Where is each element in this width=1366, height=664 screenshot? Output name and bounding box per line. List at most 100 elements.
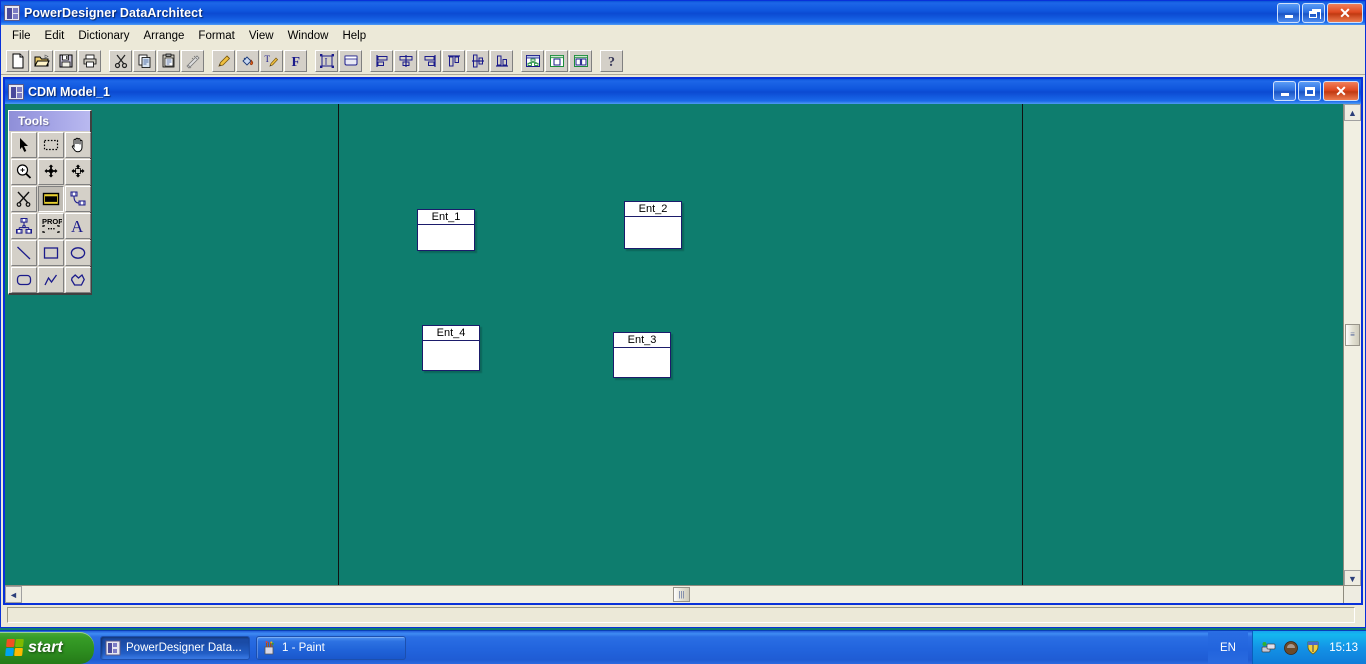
svg-text:A: A: [71, 217, 84, 235]
polygon-tool-button[interactable]: [65, 267, 91, 293]
text-tool-button[interactable]: A: [65, 213, 91, 239]
entity-shape[interactable]: Ent_1: [417, 209, 475, 251]
main-title-bar[interactable]: PowerDesigner DataArchitect ✕: [1, 1, 1365, 25]
tools-palette-title: Tools: [9, 111, 90, 131]
minimize-button[interactable]: [1277, 3, 1300, 23]
save-disk-icon-button[interactable]: [54, 49, 77, 72]
cut-scissors-icon-button[interactable]: [109, 49, 132, 72]
taskbar-item-paint[interactable]: 1 - Paint: [256, 635, 406, 660]
new-icon-button[interactable]: [6, 49, 29, 72]
mdi-close-button[interactable]: ✕: [1323, 81, 1359, 101]
mdi-child-window: CDM Model_1 ✕ Ent_1 Ent_2 Ent_4 Ent_3 To…: [3, 77, 1363, 605]
menu-item-arrange[interactable]: Arrange: [137, 27, 192, 45]
network-icon[interactable]: [1261, 640, 1277, 656]
entity-shape[interactable]: Ent_2: [624, 201, 682, 249]
rounded-rectangle-tool-button[interactable]: [11, 267, 37, 293]
mdi-title: CDM Model_1: [28, 84, 110, 99]
taskbar-item-powerdesigner[interactable]: PowerDesigner Data...: [100, 635, 250, 660]
menu-bar: File Edit Dictionary Arrange Format View…: [1, 25, 1365, 47]
help-question-icon-button[interactable]: ?: [600, 49, 623, 72]
scrollbar-corner: [1343, 585, 1361, 603]
font-f-icon-button[interactable]: F: [284, 49, 307, 72]
security-shield-icon[interactable]: [1305, 640, 1321, 656]
paint-bucket-icon-button[interactable]: [236, 49, 259, 72]
open-package-tool-button[interactable]: [38, 159, 64, 185]
language-label: EN: [1220, 642, 1236, 654]
association-prop-tool-button[interactable]: PROP: [38, 213, 64, 239]
mdi-maximize-button[interactable]: [1298, 81, 1321, 101]
display-preferences-icon-button[interactable]: [339, 49, 362, 72]
menu-item-format[interactable]: Format: [191, 27, 241, 45]
format-painter-icon-button[interactable]: [181, 49, 204, 72]
polyline-tool-button[interactable]: [38, 267, 64, 293]
mdi-minimize-button[interactable]: [1273, 81, 1296, 101]
entity-shape[interactable]: Ent_3: [613, 332, 671, 378]
paste-clipboard-icon-button[interactable]: [157, 49, 180, 72]
pointer-arrow-tool-button[interactable]: [11, 132, 37, 158]
horizontal-scroll-thumb[interactable]: |||: [673, 587, 690, 602]
menu-item-help[interactable]: Help: [335, 27, 373, 45]
align-left-icon-button[interactable]: [370, 49, 393, 72]
scroll-left-button[interactable]: ◄: [5, 586, 22, 603]
lasso-select-tool-button[interactable]: [38, 132, 64, 158]
window-split-icon-button[interactable]: [569, 49, 592, 72]
ellipse-tool-button[interactable]: [65, 240, 91, 266]
menu-item-view[interactable]: View: [242, 27, 281, 45]
grabber-hand-tool-button[interactable]: [65, 132, 91, 158]
rectangle-tool-button[interactable]: [38, 240, 64, 266]
align-top-icon-button[interactable]: [442, 49, 465, 72]
print-icon-button[interactable]: [78, 49, 101, 72]
relationship-tool-button[interactable]: [65, 186, 91, 212]
pencil-icon-button[interactable]: [212, 49, 235, 72]
entity-tool-button[interactable]: [38, 186, 64, 212]
entity-name-label: Ent_4: [423, 326, 479, 341]
horizontal-scrollbar[interactable]: ◄ ||| ►: [5, 585, 1361, 603]
page-break-line: [338, 104, 339, 587]
mdi-title-bar[interactable]: CDM Model_1 ✕: [5, 79, 1361, 104]
menu-item-file[interactable]: File: [5, 27, 38, 45]
align-bottom-icon-button[interactable]: [490, 49, 513, 72]
restore-icon: [1308, 8, 1321, 19]
vertical-scroll-thumb[interactable]: ≡: [1345, 324, 1360, 346]
scroll-up-button[interactable]: ▲: [1344, 104, 1361, 121]
select-object-icon-button[interactable]: I: [315, 49, 338, 72]
entity-attribute-area: [423, 341, 479, 370]
restore-button[interactable]: [1302, 3, 1325, 23]
diagram-canvas[interactable]: Ent_1 Ent_2 Ent_4 Ent_3: [5, 104, 1343, 587]
zoom-magnifier-tool-button[interactable]: [11, 159, 37, 185]
delete-scissors-tool-button[interactable]: [11, 186, 37, 212]
menu-item-edit[interactable]: Edit: [38, 27, 72, 45]
entity-attribute-area: [614, 348, 670, 377]
menu-item-dictionary[interactable]: Dictionary: [71, 27, 136, 45]
open-folder-icon-button[interactable]: [30, 49, 53, 72]
menu-item-window[interactable]: Window: [281, 27, 336, 45]
scroll-grip-icon: |||: [678, 589, 685, 599]
close-icon: ✕: [1335, 83, 1347, 99]
entity-shape[interactable]: Ent_4: [422, 325, 480, 371]
close-package-tool-button[interactable]: [65, 159, 91, 185]
powerdesigner-icon: [4, 5, 20, 21]
entity-attribute-area: [418, 225, 474, 250]
line-tool-button[interactable]: [11, 240, 37, 266]
entity-attribute-area: [625, 217, 681, 248]
vertical-scrollbar[interactable]: ▲ ≡ ▼: [1343, 104, 1361, 587]
minimize-icon: [1280, 93, 1289, 96]
application-window: PowerDesigner DataArchitect ✕ File Edit …: [0, 0, 1366, 628]
application-title: PowerDesigner DataArchitect: [24, 6, 203, 20]
align-middle-icon-button[interactable]: [466, 49, 489, 72]
start-button[interactable]: start: [0, 631, 94, 664]
close-button[interactable]: ✕: [1327, 3, 1363, 23]
clock[interactable]: 15:13: [1329, 642, 1358, 654]
language-indicator[interactable]: EN: [1208, 631, 1248, 664]
inheritance-tool-button[interactable]: [11, 213, 37, 239]
window-single-icon-button[interactable]: [545, 49, 568, 72]
model-tree-icon-button[interactable]: [521, 49, 544, 72]
align-right-icon-button[interactable]: [418, 49, 441, 72]
toolbar: T F I ?: [1, 47, 1365, 75]
volume-icon[interactable]: [1283, 640, 1299, 656]
status-text: [7, 607, 1355, 623]
align-center-horizontal-icon-button[interactable]: [394, 49, 417, 72]
text-pencil-icon-button[interactable]: T: [260, 49, 283, 72]
tools-palette[interactable]: Tools PROP A: [8, 110, 92, 295]
copy-icon-button[interactable]: [133, 49, 156, 72]
